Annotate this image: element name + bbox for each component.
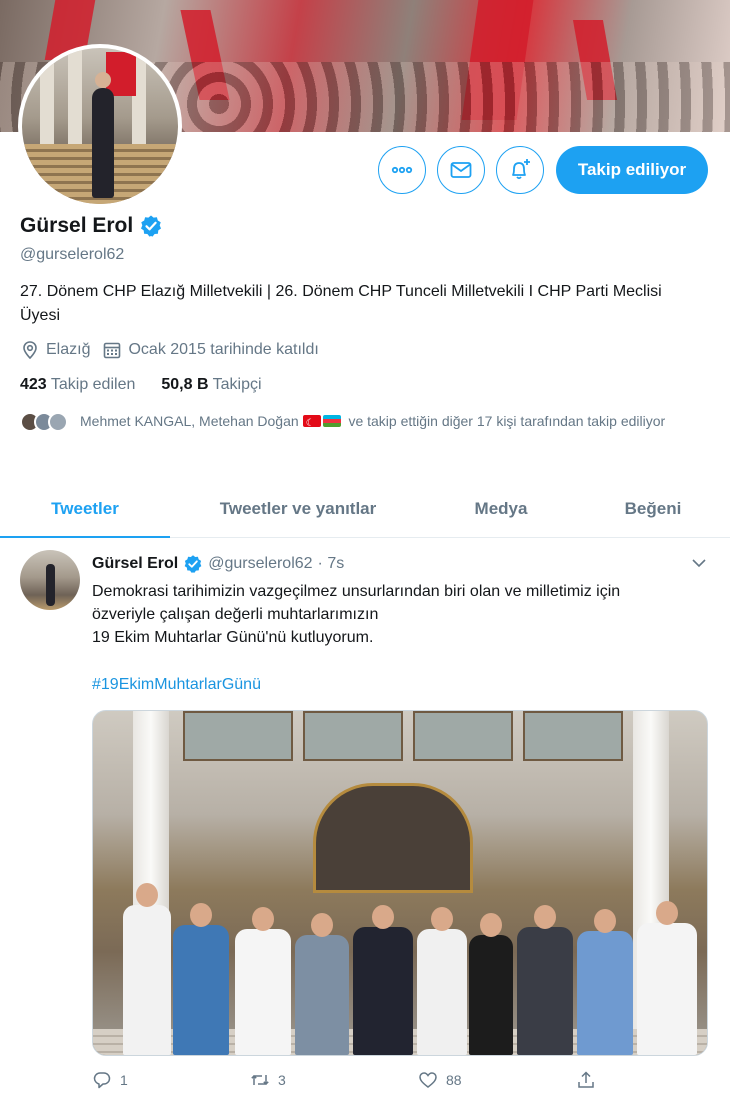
photo-person: [469, 913, 513, 1055]
reply-button[interactable]: 1: [92, 1070, 250, 1090]
followed-by-text: Mehmet KANGAL, Metehan Doğan ve takip et…: [80, 410, 666, 435]
verified-badge-icon: [184, 555, 202, 573]
followers-count: 50,8 B: [161, 376, 209, 393]
following-stat[interactable]: 423 Takip edilen: [20, 376, 135, 394]
bell-plus-icon: [512, 159, 530, 180]
joined-text: Ocak 2015 tarihinde katıldı: [128, 341, 319, 358]
tab-likes[interactable]: Beğeni: [576, 480, 730, 537]
avatar-person: [92, 72, 114, 198]
profile-name: Gürsel Erol: [20, 214, 134, 237]
profile-handle: @gurselerol62: [20, 246, 125, 263]
followed-by-row[interactable]: Mehmet KANGAL, Metehan Doğan ve takip et…: [20, 410, 710, 435]
followed-by-rest: ve takip ettiğin diğer 17 kişi tarafında…: [348, 413, 666, 429]
photo-window: [523, 711, 623, 761]
tweet-text: Demokrasi tarihimizin vazgeçilmez unsurl…: [92, 580, 710, 649]
followed-by-avatars: [20, 410, 80, 433]
message-button[interactable]: [437, 146, 485, 194]
photo-window: [183, 711, 293, 761]
photo-person: [417, 907, 467, 1055]
following-count: 423: [20, 376, 47, 393]
profile-bio: 27. Dönem CHP Elazığ Milletvekili | 26. …: [20, 283, 662, 324]
location-pin-icon: [23, 341, 37, 360]
tweet-author-handle[interactable]: @gurselerol62: [208, 555, 312, 573]
photo-window: [413, 711, 513, 761]
tweet-hashtag[interactable]: #19EkimMuhtarlarGünü: [92, 676, 261, 694]
followers-stat[interactable]: 50,8 B Takipçi: [161, 376, 261, 394]
photo-person: [577, 909, 633, 1055]
like-count: 88: [446, 1072, 462, 1088]
avatar-person: [46, 564, 55, 606]
profile-avatar[interactable]: [18, 44, 182, 208]
retweet-count: 3: [278, 1072, 286, 1088]
heart-icon: [419, 1072, 437, 1088]
retweet-icon: [251, 1074, 269, 1086]
avatar-column: [68, 48, 82, 148]
avatar-flag: [106, 52, 136, 96]
share-button[interactable]: [576, 1070, 596, 1090]
following-label: Takip edilen: [50, 376, 136, 393]
calendar-icon: [104, 342, 121, 359]
verified-badge-icon: [141, 215, 162, 237]
following-button[interactable]: Takip ediliyor: [556, 146, 708, 194]
tab-media[interactable]: Medya: [426, 480, 576, 537]
tab-tweets[interactable]: Tweetler: [0, 480, 170, 538]
more-button[interactable]: [378, 146, 426, 194]
tweet-text-line: özveriyle çalışan değerli muhtarlarımızı…: [92, 606, 379, 623]
followed-by-names: Mehmet KANGAL, Metehan Doğan: [80, 413, 299, 429]
tweet-author-name[interactable]: Gürsel Erol: [92, 555, 178, 573]
followers-label: Takipçi: [212, 376, 262, 393]
mini-avatar: [48, 412, 68, 432]
avatar-column: [40, 48, 54, 148]
photo-person: [353, 905, 413, 1055]
photo-person: [637, 901, 697, 1055]
reply-count: 1: [120, 1072, 128, 1088]
tweet-text-line: 19 Ekim Muhtarlar Günü'nü kutluyorum.: [92, 629, 374, 646]
photo-people: [123, 835, 697, 1055]
retweet-button[interactable]: 3: [250, 1070, 418, 1090]
tab-tweets-replies[interactable]: Tweetler ve yanıtlar: [170, 480, 426, 537]
joined-item: Ocak 2015 tarihinde katıldı: [102, 340, 319, 360]
notifications-button[interactable]: [496, 146, 544, 194]
location-text: Elazığ: [46, 341, 91, 358]
photo-person: [295, 913, 349, 1055]
like-button[interactable]: 88: [418, 1070, 576, 1090]
photo-person: [173, 903, 229, 1055]
photo-person: [517, 905, 573, 1055]
tweet-header: Gürsel Erol @gurselerol62 · 7s: [92, 554, 344, 574]
turkey-flag-icon: [302, 412, 321, 435]
reply-icon: [93, 1072, 111, 1089]
azerbaijan-flag-icon: [322, 415, 341, 427]
profile-meta: Elazığ Ocak 2015 tarihinde katıldı: [20, 340, 331, 360]
envelope-icon: [450, 162, 472, 178]
more-icon: [391, 166, 413, 174]
tweet-avatar[interactable]: [20, 550, 80, 610]
photo-window: [303, 711, 403, 761]
photo-person: [123, 883, 171, 1055]
tweet[interactable]: Gürsel Erol @gurselerol62 · 7s Demokrasi…: [0, 538, 730, 1102]
photo-person: [235, 907, 291, 1055]
tweet-actions: 1 3 88: [92, 1070, 632, 1090]
tweet-time[interactable]: · 7s: [318, 555, 345, 573]
location-item: Elazığ: [20, 340, 90, 360]
profile-name-row: Gürsel Erol: [20, 214, 163, 238]
chevron-down-icon[interactable]: [690, 554, 708, 572]
tweet-photo[interactable]: [92, 710, 708, 1056]
profile-stats: 423 Takip edilen 50,8 B Takipçi: [20, 376, 288, 394]
tweet-text-line: Demokrasi tarihimizin vazgeçilmez unsurl…: [92, 583, 621, 600]
profile-tabs: Tweetler Tweetler ve yanıtlar Medya Beğe…: [0, 480, 730, 538]
share-icon: [578, 1071, 594, 1088]
